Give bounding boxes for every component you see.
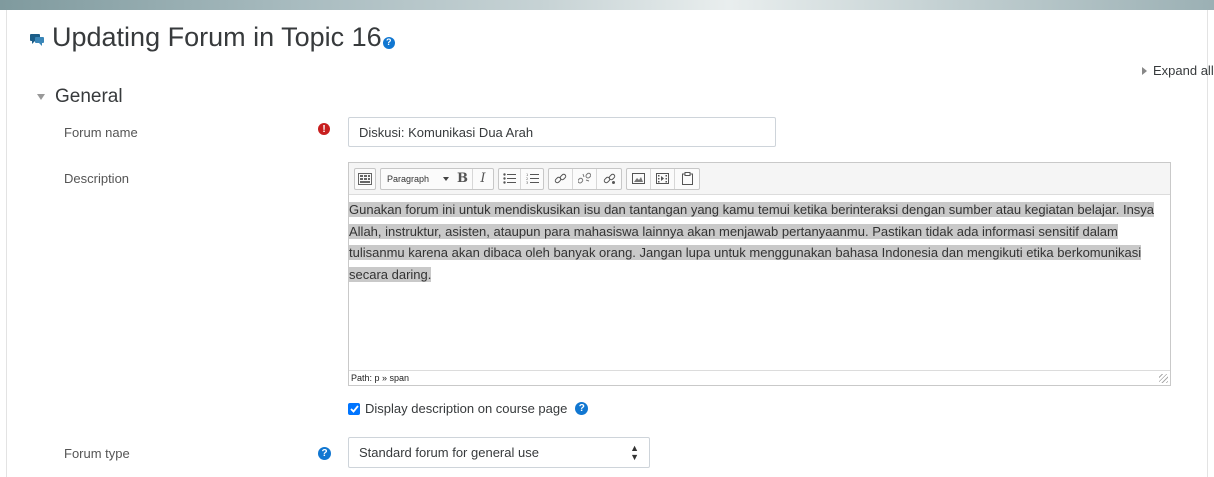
- toolbar-group-format: Paragraph B I: [380, 167, 494, 190]
- editor-content-area[interactable]: Gunakan forum ini untuk mendiskusikan is…: [349, 195, 1170, 370]
- page-title-text: Updating Forum in Topic 16: [52, 22, 382, 52]
- image-icon: [632, 173, 645, 184]
- manage-files-button[interactable]: [675, 169, 699, 189]
- paragraph-format-select[interactable]: Paragraph: [381, 169, 453, 189]
- toolbar-toggle-button[interactable]: [355, 169, 375, 189]
- unlink-button[interactable]: [573, 168, 597, 189]
- expand-all-label: Expand all: [1153, 63, 1214, 78]
- link-icon: [554, 173, 567, 184]
- paragraph-format-label: Paragraph: [387, 173, 430, 184]
- chevron-down-icon: [443, 176, 449, 181]
- bold-icon: B: [457, 171, 468, 186]
- caret-right-icon: [1142, 66, 1147, 75]
- question-circle-icon[interactable]: ?: [382, 36, 395, 49]
- ordered-list-icon: 1 2 3: [526, 173, 539, 184]
- image-button[interactable]: [627, 168, 651, 189]
- toolbar-group-toggle: [354, 167, 376, 190]
- forum-name-value: Diskusi: Komunikasi Dua Arah: [359, 124, 534, 140]
- editor-path-text: Path: p » span: [351, 373, 410, 383]
- link-button[interactable]: [549, 168, 573, 189]
- manage-files-icon: [681, 172, 693, 185]
- description-label: Description: [64, 171, 130, 186]
- header-banner-strip: [0, 0, 1214, 10]
- description-editor[interactable]: Paragraph B I 1 2 3 Gunakan forum ini un…: [348, 162, 1171, 386]
- section-general-toggle[interactable]: General: [37, 86, 123, 108]
- editor-path-bar: Path: p » span: [349, 370, 1170, 385]
- caret-down-icon: [37, 94, 45, 100]
- display-description-row: Display description on course page ?: [348, 401, 589, 416]
- toolbar-toggle-icon: [358, 172, 372, 185]
- section-general-label: General: [55, 86, 123, 107]
- unordered-list-icon: [503, 173, 516, 184]
- forum-name-input[interactable]: Diskusi: Komunikasi Dua Arah: [348, 117, 776, 147]
- autolink-button[interactable]: [597, 169, 621, 189]
- select-arrows-icon: ▲ ▼: [630, 442, 639, 462]
- svg-text:3: 3: [526, 181, 528, 184]
- unordered-list-button[interactable]: [499, 168, 521, 189]
- forum-name-label: Forum name: [64, 125, 138, 140]
- forum-type-label: Forum type: [64, 446, 130, 461]
- toolbar-group-links: [548, 167, 622, 190]
- toolbar-group-media: [626, 167, 700, 190]
- autolink-icon: [603, 173, 615, 184]
- editor-toolbar: Paragraph B I 1 2 3: [349, 163, 1170, 195]
- ordered-list-button[interactable]: 1 2 3: [521, 169, 543, 189]
- display-description-label: Display description on course page: [365, 401, 568, 416]
- expand-all-link[interactable]: Expand all: [1142, 63, 1214, 78]
- media-icon: [656, 173, 669, 184]
- description-text: Gunakan forum ini untuk mendiskusikan is…: [349, 202, 1155, 282]
- page-title: Updating Forum in Topic 16 ?: [30, 22, 395, 53]
- checkmark-icon: [349, 404, 359, 413]
- media-button[interactable]: [651, 168, 675, 189]
- italic-button[interactable]: I: [473, 169, 493, 189]
- forum-type-select[interactable]: Standard forum for general use ▲ ▼: [348, 437, 650, 468]
- question-circle-icon[interactable]: ?: [575, 402, 589, 415]
- italic-icon: I: [480, 171, 486, 186]
- unlink-icon: [578, 172, 591, 184]
- forum-type-value: Standard forum for general use: [359, 445, 539, 460]
- toolbar-group-lists: 1 2 3: [498, 167, 544, 190]
- exclamation-circle-icon: !: [318, 123, 330, 135]
- display-description-checkbox[interactable]: [348, 402, 360, 415]
- resize-handle-icon[interactable]: [1159, 374, 1168, 383]
- question-circle-icon[interactable]: ?: [318, 447, 331, 460]
- forum-icon: [30, 33, 44, 46]
- bold-button[interactable]: B: [453, 168, 473, 189]
